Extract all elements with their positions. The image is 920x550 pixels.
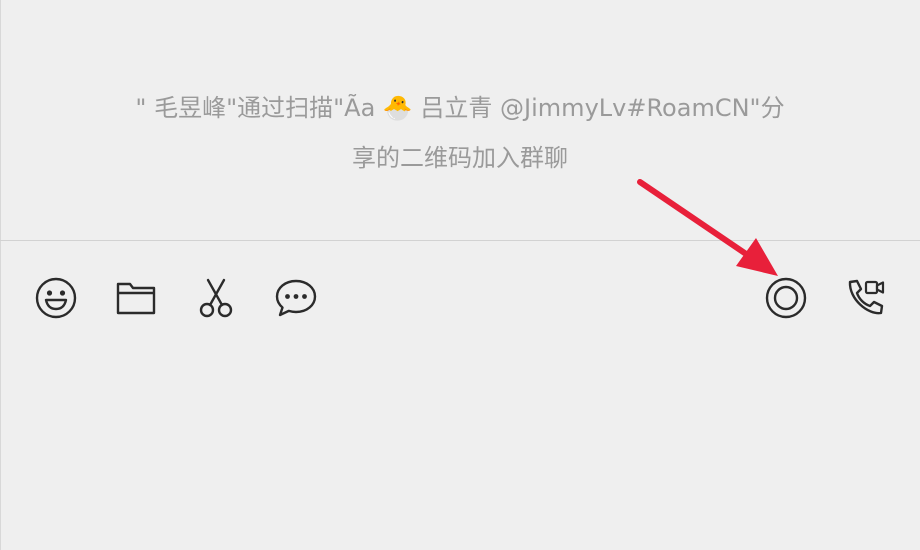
system-message-line-2: 享的二维码加入群聊: [352, 144, 568, 172]
emoji-button[interactable]: [34, 276, 78, 320]
chat-bubble-icon: [275, 279, 317, 317]
screenshot-button[interactable]: [194, 276, 238, 320]
record-icon: [765, 277, 807, 319]
file-button[interactable]: [114, 276, 158, 320]
system-message: " 毛昱峰"通过扫描"Ãa 🐣 吕立青 @JimmyLv#RoamCN"分 享的…: [60, 83, 860, 183]
call-button[interactable]: [844, 276, 888, 320]
scissors-icon: [199, 278, 233, 318]
system-message-line-1: " 毛昱峰"通过扫描"Ãa 🐣 吕立青 @JimmyLv#RoamCN"分: [135, 94, 785, 122]
call-video-icon: [848, 279, 885, 315]
live-button[interactable]: [764, 276, 808, 320]
input-toolbar: [0, 276, 920, 320]
message-input-area[interactable]: [0, 330, 920, 550]
emoji-icon: [35, 277, 77, 319]
chat-input-divider: [0, 240, 920, 241]
chat-history-button[interactable]: [274, 276, 318, 320]
folder-icon: [116, 282, 156, 315]
chat-message-area: " 毛昱峰"通过扫描"Ãa 🐣 吕立青 @JimmyLv#RoamCN"分 享的…: [0, 0, 920, 240]
